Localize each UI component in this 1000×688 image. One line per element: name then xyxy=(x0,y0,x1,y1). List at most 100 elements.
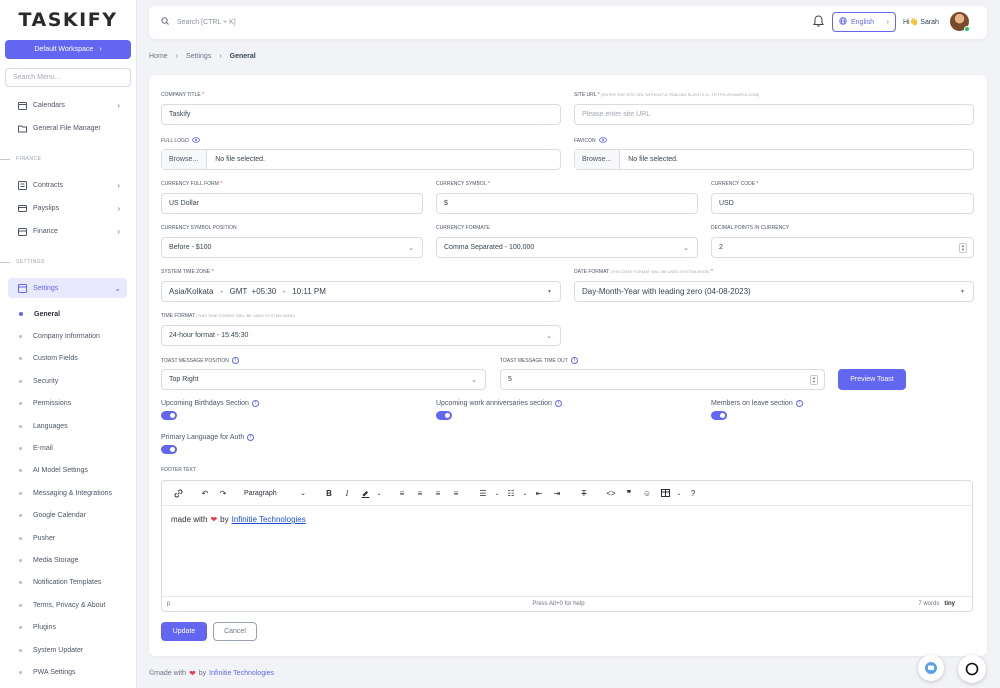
currency-code-input[interactable]: USD xyxy=(711,193,974,214)
paragraph-select[interactable]: Paragraph ⌄ xyxy=(241,485,309,501)
text-color-icon[interactable] xyxy=(357,485,373,501)
outdent-icon[interactable]: ⇤ xyxy=(531,485,547,501)
chevron-down-icon[interactable]: ⌄ xyxy=(493,485,501,501)
browse-button[interactable]: Browse... xyxy=(575,150,621,169)
toast-timeout-input[interactable]: 5 ▲ ▼ xyxy=(500,369,825,390)
settings-subitem[interactable]: AI Model Settings xyxy=(19,465,88,477)
clear-format-icon[interactable]: T xyxy=(576,485,592,501)
decimal-points-input[interactable]: 2 ▲ ▼ xyxy=(711,237,974,258)
breadcrumb-settings[interactable]: Settings xyxy=(186,53,211,60)
currency-position-select[interactable]: Before - $100 ⌄ xyxy=(161,237,423,258)
settings-subitem[interactable]: Terms, Privacy & About xyxy=(19,599,105,611)
company-title-input[interactable]: Taskify xyxy=(161,104,561,125)
select-value: Day-Month-Year with leading zero (04-08-… xyxy=(582,287,751,296)
sidebar-item-finance[interactable]: Finance › xyxy=(0,221,136,241)
sidebar-item-file-manager[interactable]: General File Manager xyxy=(0,118,136,138)
number-stepper[interactable]: ▲ ▼ xyxy=(810,375,818,385)
currency-symbol-input[interactable]: $ xyxy=(436,193,698,214)
align-justify-icon[interactable]: ≡ xyxy=(448,485,464,501)
redo-icon[interactable]: ↷ xyxy=(215,485,231,501)
info-icon[interactable]: i xyxy=(247,434,255,441)
settings-subitem[interactable]: General xyxy=(19,308,60,320)
info-icon[interactable]: i xyxy=(554,400,562,407)
date-format-select[interactable]: Day-Month-Year with leading zero (04-08-… xyxy=(574,281,974,302)
time-format-select[interactable]: 24-hour format - 15:45:30 ⌄ xyxy=(161,325,561,346)
chevron-down-icon[interactable]: ⌄ xyxy=(375,485,383,501)
chevron-down-icon[interactable]: ⌄ xyxy=(675,485,683,501)
settings-subitem[interactable]: PWA Settings xyxy=(19,666,76,678)
eye-icon[interactable] xyxy=(598,137,607,145)
chevron-down-icon[interactable]: ⌄ xyxy=(521,485,529,501)
currency-formate-select[interactable]: Comma Separated - 100,000 ⌄ xyxy=(436,237,698,258)
bell-icon[interactable] xyxy=(813,15,824,29)
element-path[interactable]: p xyxy=(167,601,170,607)
align-right-icon[interactable]: ≡ xyxy=(430,485,446,501)
info-icon[interactable]: i xyxy=(251,400,259,407)
footer-link[interactable]: Infinitie Technologies xyxy=(209,670,274,677)
chevron-right-icon: › xyxy=(99,46,102,53)
language-button[interactable]: English › xyxy=(832,12,896,32)
settings-subitem[interactable]: E-mail xyxy=(19,442,53,454)
code-icon[interactable]: <> xyxy=(603,485,619,501)
sidebar-item-contracts[interactable]: Contracts › xyxy=(0,175,136,195)
loader-button[interactable] xyxy=(958,655,986,683)
help-icon[interactable]: ? xyxy=(685,485,701,501)
align-center-icon[interactable]: ≡ xyxy=(412,485,428,501)
settings-subitem[interactable]: Notification Templates xyxy=(19,577,101,589)
quote-icon[interactable]: ❞ xyxy=(621,485,637,501)
logo[interactable]: TASKIFY xyxy=(0,0,136,40)
breadcrumb-home[interactable]: Home xyxy=(149,53,168,60)
indent-icon[interactable]: ⇥ xyxy=(549,485,565,501)
top-search[interactable]: Search [CTRL + K] xyxy=(161,17,236,27)
settings-subitem[interactable]: Google Calendar xyxy=(19,510,86,522)
numbered-list-icon[interactable]: ☷ xyxy=(503,485,519,501)
settings-subitem[interactable]: Plugins xyxy=(19,622,56,634)
chat-button[interactable] xyxy=(918,655,944,681)
bullet-list-icon[interactable]: ☰ xyxy=(475,485,491,501)
undo-icon[interactable]: ↶ xyxy=(197,485,213,501)
word-count[interactable]: 7 words xyxy=(918,601,939,607)
browse-button[interactable]: Browse... xyxy=(162,150,208,169)
sidebar-item-calendars[interactable]: Calendars › xyxy=(0,95,136,115)
link-icon[interactable] xyxy=(170,485,186,501)
settings-subitem[interactable]: Security xyxy=(19,375,58,387)
info-icon[interactable]: i xyxy=(570,357,578,364)
birthdays-toggle[interactable] xyxy=(161,411,177,420)
leave-toggle[interactable] xyxy=(711,411,727,420)
currency-full-form-input[interactable]: US Dollar xyxy=(161,193,423,214)
settings-subitem[interactable]: Custom Fields xyxy=(19,353,78,365)
language-toggle[interactable] xyxy=(161,445,177,454)
editor-content[interactable]: made with ❤ by Infinitie Technologies xyxy=(171,515,306,524)
sidebar-item-payslips[interactable]: Payslips › xyxy=(0,198,136,218)
info-icon[interactable]: i xyxy=(795,400,803,407)
number-stepper[interactable]: ▲ ▼ xyxy=(959,243,967,253)
settings-subitem[interactable]: Permissions xyxy=(19,398,71,410)
favicon-file-input[interactable]: Browse... No file selected. xyxy=(574,149,974,170)
full-logo-file-input[interactable]: Browse... No file selected. xyxy=(161,149,561,170)
timezone-select[interactable]: Asia/Kolkata - GMT +05:30 - 10:11 PM ▼ xyxy=(161,281,561,302)
workspace-button[interactable]: Default Workspace › xyxy=(5,40,131,59)
settings-subitem[interactable]: Company Information xyxy=(19,330,100,342)
table-icon[interactable] xyxy=(657,485,673,501)
settings-subitem[interactable]: System Updater xyxy=(19,644,83,656)
bold-icon[interactable]: B xyxy=(321,485,337,501)
settings-subitem[interactable]: Pusher xyxy=(19,532,55,544)
preview-toast-button[interactable]: Preview Toast xyxy=(838,369,906,390)
anniversaries-toggle[interactable] xyxy=(436,411,452,420)
align-left-icon[interactable]: ≡ xyxy=(394,485,410,501)
settings-subitem[interactable]: Languages xyxy=(19,420,68,432)
update-button[interactable]: Update xyxy=(161,622,207,641)
eye-icon[interactable] xyxy=(191,137,200,145)
settings-subitem[interactable]: Messaging & Integrations xyxy=(19,487,112,499)
sidebar-item-settings[interactable]: Settings ⌄ xyxy=(8,278,127,298)
emoji-icon[interactable]: ☺ xyxy=(639,485,655,501)
site-url-input[interactable]: Please enter site URL xyxy=(574,104,974,125)
info-icon[interactable]: i xyxy=(231,357,239,364)
settings-subitem[interactable]: Media Storage xyxy=(19,554,79,566)
italic-icon[interactable]: I xyxy=(339,485,355,501)
content-link[interactable]: Infinitie Technologies xyxy=(232,515,306,524)
cancel-button[interactable]: Cancel xyxy=(213,622,257,641)
toast-position-select[interactable]: Top Right ⌄ xyxy=(161,369,486,390)
tiny-logo[interactable]: tiny xyxy=(944,601,955,607)
menu-search-input[interactable]: Search Menu... xyxy=(5,68,131,87)
